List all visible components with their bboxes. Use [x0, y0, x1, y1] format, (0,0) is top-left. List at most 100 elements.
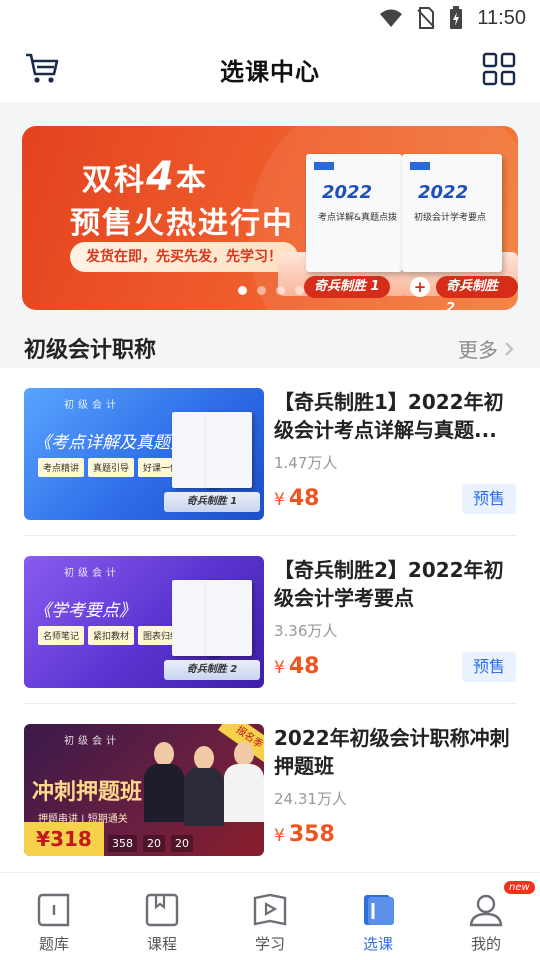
course-item[interactable]: 初级会计 冲刺押题班 押题串讲 | 短期通关 报名季 ¥318 358 20 2…: [0, 704, 540, 872]
price-value: 48: [288, 486, 320, 511]
section-header: 初级会计职称 更多: [0, 328, 540, 368]
course-price: ¥48: [274, 486, 319, 511]
course-learner-count: 3.36万人: [274, 622, 338, 640]
thumb-tags: 考点精讲 真题引导 好课一体: [38, 458, 185, 477]
play-video-icon: [253, 893, 287, 926]
carousel-dot[interactable]: [295, 286, 304, 295]
banner-book-1: 2022 考点详解&真题点拨: [306, 154, 402, 272]
thumb-name: 冲刺押题班: [32, 780, 143, 805]
tab-label: 我的: [470, 935, 501, 953]
thumb-tags: 名师笔记 紧扣教材 图表归纳: [38, 626, 185, 645]
new-badge: new: [504, 881, 535, 894]
thumb-tag: 考点精讲: [38, 458, 85, 477]
thumb-category: 初级会计: [64, 400, 120, 411]
tab-label: 选课: [362, 935, 393, 953]
thumb-book: [206, 412, 252, 488]
tab-courses[interactable]: 课程: [108, 873, 216, 960]
course-title: 【奇兵制胜1】2022年初级会计考点详解与真题...: [274, 390, 504, 442]
course-book-icon: [145, 893, 179, 927]
bottom-navigation: 题库 课程 学习 选课 new 我的: [0, 872, 540, 960]
course-section: 初级会计职称 更多 初级会计 《考点详解及真题点拨》 考点精讲 真题引导 好课一…: [0, 328, 540, 872]
carousel-dot[interactable]: [276, 286, 285, 295]
tab-study[interactable]: 学习: [216, 873, 324, 960]
main-content: 双科4本 预售火热进行中 发货在即，先买先发，先学习！ 2022 考点详解&真题…: [0, 102, 540, 872]
course-learner-count: 1.47万人: [274, 454, 338, 472]
tab-question-bank[interactable]: 题库: [0, 873, 108, 960]
no-sim-icon: [417, 7, 436, 29]
banner-headline-suffix: 本: [175, 163, 208, 198]
teacher-photo: [184, 746, 224, 826]
teacher-photo: [144, 742, 184, 822]
thumb-name: 《学考要点》: [34, 601, 136, 621]
banner-book-1-title: 考点详解&真题点拨: [318, 213, 398, 223]
banner-subheadline: 预售火热进行中: [70, 206, 294, 241]
app-header: 选课中心: [0, 36, 540, 102]
course-title: 2022年初级会计职称冲刺押题班: [274, 726, 510, 778]
book-logo-icon: [410, 162, 430, 170]
tab-label: 学习: [254, 935, 285, 953]
course-learner-count: 24.31万人: [274, 790, 347, 808]
battery-charging-icon: [450, 6, 463, 29]
section-title: 初级会计职称: [24, 338, 157, 363]
course-price: ¥48: [274, 654, 319, 679]
thumb-tag: 真题引导: [88, 458, 135, 477]
thumb-book: [206, 580, 252, 656]
banner-headline-prefix: 双科: [82, 163, 146, 198]
price-value: 48: [288, 654, 320, 679]
tab-choose-course[interactable]: 选课: [324, 873, 432, 960]
course-price: ¥358: [274, 822, 335, 847]
thumb-strip-item: 358: [108, 835, 137, 852]
more-link[interactable]: 更多: [458, 334, 514, 363]
cart-icon[interactable]: [24, 52, 60, 88]
thumb-tag: 紧扣教材: [88, 626, 135, 645]
promo-banner[interactable]: 双科4本 预售火热进行中 发货在即，先买先发，先学习！ 2022 考点详解&真题…: [22, 126, 518, 310]
question-bank-icon: [37, 893, 70, 927]
profile-icon: [469, 894, 503, 927]
banner-book-1-year: 2022: [322, 182, 373, 203]
choose-course-icon: [364, 895, 394, 925]
tab-label: 题库: [38, 935, 69, 953]
banner-headline-number: 4: [146, 154, 176, 200]
currency-symbol: ¥: [274, 826, 285, 846]
banner-label-2: 奇兵制胜 2: [436, 276, 518, 310]
thumb-platform-label: 奇兵制胜 2: [164, 660, 260, 680]
banner-pill: 发货在即，先买先发，先学习！: [70, 242, 298, 272]
course-thumbnail: 初级会计 《考点详解及真题点拨》 考点精讲 真题引导 好课一体 奇兵制胜 1: [24, 388, 264, 520]
thumb-tag: 名师笔记: [38, 626, 85, 645]
course-thumbnail: 初级会计 冲刺押题班 押题串讲 | 短期通关 报名季 ¥318 358 20 2…: [24, 724, 264, 856]
grid-icon[interactable]: [482, 52, 516, 90]
banner-label-1: 奇兵制胜 1: [304, 276, 390, 298]
book-logo-icon: [314, 162, 334, 170]
thumb-category: 初级会计: [64, 736, 120, 747]
page-title: 选课中心: [220, 57, 320, 86]
status-bar: 11:50: [0, 0, 540, 36]
thumb-price-tag: ¥318: [24, 822, 104, 856]
thumb-platform-label: 奇兵制胜 1: [164, 492, 260, 512]
banner-book-2: 2022 初级会计学考要点: [402, 154, 502, 272]
carousel-dots[interactable]: [238, 286, 304, 295]
course-title: 【奇兵制胜2】2022年初级会计学考要点: [274, 558, 504, 610]
carousel-dot[interactable]: [257, 286, 266, 295]
plus-icon: +: [410, 277, 430, 297]
presale-badge: 预售: [462, 484, 516, 514]
currency-symbol: ¥: [274, 490, 285, 510]
thumb-price-strip: 358 20 20: [108, 835, 193, 852]
carousel-dot[interactable]: [238, 286, 247, 295]
banner-book-2-title: 初级会计学考要点: [414, 213, 487, 223]
tab-label: 课程: [146, 935, 177, 953]
course-thumbnail: 初级会计 《学考要点》 名师笔记 紧扣教材 图表归纳 奇兵制胜 2: [24, 556, 264, 688]
tab-profile[interactable]: new 我的: [432, 873, 540, 960]
thumb-strip-item: 20: [171, 835, 193, 852]
status-time: 11:50: [477, 6, 526, 29]
thumb-strip-item: 20: [143, 835, 165, 852]
chevron-right-icon: [505, 341, 514, 356]
course-item[interactable]: 初级会计 《考点详解及真题点拨》 考点精讲 真题引导 好课一体 奇兵制胜 1 【…: [0, 368, 540, 536]
currency-symbol: ¥: [274, 658, 285, 678]
teacher-photo: [224, 742, 264, 822]
course-item[interactable]: 初级会计 《学考要点》 名师笔记 紧扣教材 图表归纳 奇兵制胜 2 【奇兵制胜2…: [0, 536, 540, 704]
price-value: 358: [288, 822, 335, 847]
banner-book-2-year: 2022: [418, 182, 469, 203]
banner-headline: 双科4本: [82, 154, 208, 200]
presale-badge: 预售: [462, 652, 516, 682]
more-label: 更多: [458, 338, 498, 362]
